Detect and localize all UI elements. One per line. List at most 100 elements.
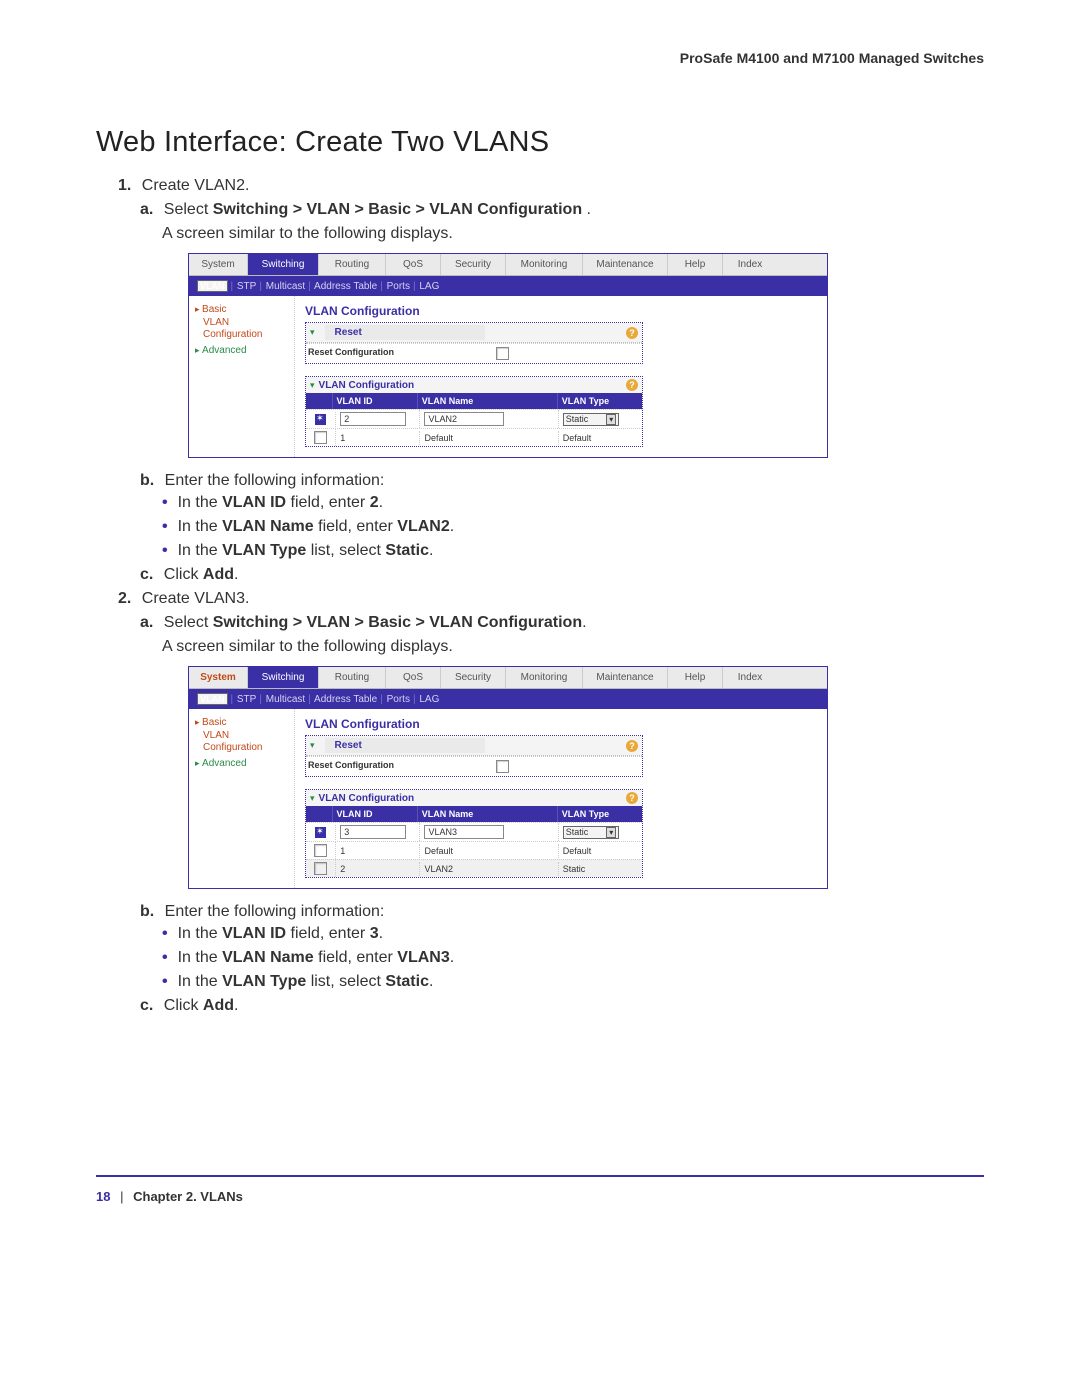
col-vlan-name: VLAN Name	[418, 806, 558, 822]
screenshot-vlan2: System Switching Routing QoS Security Mo…	[188, 253, 828, 458]
help-icon[interactable]: ?	[626, 327, 638, 339]
sidebar-basic[interactable]: Basic	[195, 304, 290, 315]
subtab-lag[interactable]: LAG	[419, 281, 439, 292]
bullet: In the VLAN Type list, select Static.	[162, 973, 984, 991]
tab-security[interactable]: Security	[441, 254, 506, 275]
row-checkbox[interactable]	[314, 862, 327, 875]
step-1a-pre: Select	[164, 201, 213, 218]
step-1-num: 1.	[118, 177, 131, 194]
vlan-id-input[interactable]: 3	[340, 825, 406, 839]
sidebar-advanced[interactable]: Advanced	[195, 345, 290, 356]
tab-system[interactable]: System	[189, 667, 248, 688]
tab-routing[interactable]: Routing	[319, 667, 386, 688]
tab-qos[interactable]: QoS	[386, 667, 441, 688]
subtab-vlan[interactable]: VLAN	[197, 693, 228, 705]
step-2b-text: Enter the following information:	[165, 903, 385, 920]
subtab-multicast[interactable]: Multicast	[266, 694, 305, 705]
step-1a-suf: .	[587, 201, 591, 218]
reset-panel: ▾ Reset ? Reset Configuration	[305, 322, 643, 364]
subtab-address-table[interactable]: Address Table	[314, 694, 377, 705]
bullet: In the VLAN Name field, enter VLAN3.	[162, 949, 984, 967]
step-2b-lbl: b.	[140, 903, 154, 920]
tab-index[interactable]: Index	[723, 667, 777, 688]
step-2a: a. Select Switching > VLAN > Basic > VLA…	[140, 614, 984, 889]
reset-config-checkbox[interactable]	[496, 760, 509, 773]
sidebar: Basic VLANConfiguration Advanced	[189, 709, 295, 888]
select-all-icon[interactable]	[315, 414, 326, 425]
section-title: VLAN Configuration	[305, 304, 817, 318]
col-vlan-id: VLAN ID	[333, 393, 418, 409]
tab-monitoring[interactable]: Monitoring	[506, 254, 583, 275]
tab-system[interactable]: System	[189, 254, 248, 275]
tab-index[interactable]: Index	[723, 254, 777, 275]
tab-maintenance[interactable]: Maintenance	[583, 667, 668, 688]
subtab-stp[interactable]: STP	[237, 281, 256, 292]
cell-name: VLAN2	[420, 862, 558, 876]
row-checkbox[interactable]	[314, 431, 327, 444]
chevron-down-icon: ▾	[606, 414, 616, 425]
step-1b: b. Enter the following information: In t…	[140, 472, 984, 560]
tab-switching[interactable]: Switching	[248, 254, 319, 275]
tab-routing[interactable]: Routing	[319, 254, 386, 275]
tab-help[interactable]: Help	[668, 254, 723, 275]
reset-config-checkbox[interactable]	[496, 347, 509, 360]
tab-maintenance[interactable]: Maintenance	[583, 254, 668, 275]
sidebar-advanced[interactable]: Advanced	[195, 758, 290, 769]
step-1: 1. Create VLAN2. a. Select Switching > V…	[118, 177, 984, 584]
reset-button[interactable]: Reset	[325, 738, 486, 753]
vlan-type-select[interactable]: Static▾	[563, 826, 620, 839]
subtab-ports[interactable]: Ports	[387, 694, 410, 705]
main-tabs: System Switching Routing QoS Security Mo…	[189, 667, 827, 689]
subtab-ports[interactable]: Ports	[387, 281, 410, 292]
step-2-text: Create VLAN3.	[142, 590, 250, 607]
vlan-config-title: VLAN Configuration	[319, 793, 626, 804]
collapse-icon[interactable]: ▾	[310, 793, 315, 804]
sidebar-vlan-configuration[interactable]: VLANConfiguration	[203, 730, 290, 754]
tab-help[interactable]: Help	[668, 667, 723, 688]
step-1c-lbl: c.	[140, 566, 153, 583]
vlan-name-input[interactable]: VLAN2	[424, 412, 504, 426]
vlan-id-input[interactable]: 2	[340, 412, 406, 426]
subtab-multicast[interactable]: Multicast	[266, 281, 305, 292]
tab-qos[interactable]: QoS	[386, 254, 441, 275]
cell-type: Default	[559, 431, 642, 445]
step-2-num: 2.	[118, 590, 131, 607]
sidebar-basic[interactable]: Basic	[195, 717, 290, 728]
step-1c: c. Click Add.	[140, 566, 984, 584]
subtab-lag[interactable]: LAG	[419, 694, 439, 705]
table-row: 2 VLAN2 Static	[306, 859, 642, 877]
help-icon[interactable]: ?	[626, 379, 638, 391]
tab-security[interactable]: Security	[441, 667, 506, 688]
subtab-address-table[interactable]: Address Table	[314, 281, 377, 292]
help-icon[interactable]: ?	[626, 792, 638, 804]
step-1b-lbl: b.	[140, 472, 154, 489]
row-checkbox[interactable]	[314, 844, 327, 857]
chevron-down-icon: ▾	[606, 827, 616, 838]
sidebar: Basic VLANConfiguration Advanced	[189, 296, 295, 457]
vlan-config-table: ▾ VLAN Configuration ? VLAN ID VLAN Name	[305, 789, 643, 878]
reset-panel: ▾ Reset ? Reset Configuration	[305, 735, 643, 777]
cell-id: 1	[336, 844, 420, 858]
vlan-name-input[interactable]: VLAN3	[424, 825, 504, 839]
sidebar-vlan-configuration[interactable]: VLANConfiguration	[203, 317, 290, 341]
subtab-vlan[interactable]: VLAN	[197, 280, 228, 292]
screenshot-vlan3: System Switching Routing QoS Security Mo…	[188, 666, 828, 889]
col-vlan-type: VLAN Type	[558, 806, 642, 822]
reset-button[interactable]: Reset	[325, 325, 486, 340]
select-all-icon[interactable]	[315, 827, 326, 838]
help-icon[interactable]: ?	[626, 740, 638, 752]
tab-switching[interactable]: Switching	[248, 667, 319, 688]
col-vlan-name: VLAN Name	[418, 393, 558, 409]
tab-monitoring[interactable]: Monitoring	[506, 667, 583, 688]
col-vlan-type: VLAN Type	[558, 393, 642, 409]
subtab-stp[interactable]: STP	[237, 694, 256, 705]
reset-config-label: Reset Configuration	[308, 347, 496, 360]
step-1-text: Create VLAN2.	[142, 177, 250, 194]
vlan-type-select[interactable]: Static▾	[563, 413, 620, 426]
step-2c: c. Click Add.	[140, 997, 984, 1015]
collapse-icon[interactable]: ▾	[310, 740, 315, 751]
step-1a-path: Switching > VLAN > Basic > VLAN Configur…	[213, 201, 582, 218]
collapse-icon[interactable]: ▾	[310, 380, 315, 391]
table-row: 1 Default Default	[306, 841, 642, 859]
collapse-icon[interactable]: ▾	[310, 327, 315, 338]
